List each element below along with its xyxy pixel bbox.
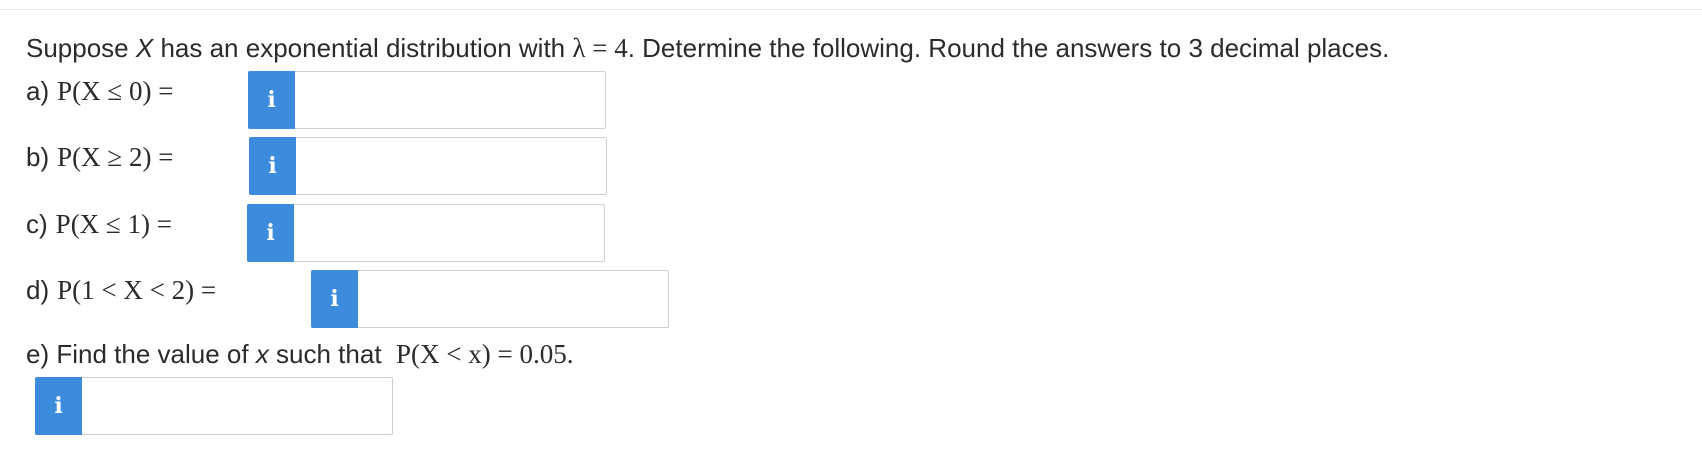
- info-icon[interactable]: i: [311, 270, 358, 328]
- part-d-row: d) P(1 < X < 2) =: [26, 261, 216, 319]
- question-text: Suppose X has an exponential distributio…: [26, 28, 1389, 68]
- part-e-answer-input[interactable]: [82, 378, 392, 434]
- question-suffix: . Determine the following. Round the ans…: [627, 33, 1390, 63]
- part-c-expression: P(X ≤ 1) =: [55, 208, 172, 239]
- question-variable: X: [135, 33, 154, 63]
- info-icon[interactable]: i: [35, 377, 82, 435]
- part-b-label: b): [26, 141, 50, 172]
- part-c-label: c): [26, 208, 48, 239]
- part-e-variable: x: [255, 339, 269, 369]
- part-e-label: e) Find the value of: [26, 339, 256, 369]
- part-d-expression: P(1 < X < 2) =: [57, 274, 217, 305]
- part-c-answer-input[interactable]: [294, 205, 604, 261]
- part-a-expression: P(X ≤ 0) =: [57, 75, 174, 106]
- part-d-label: d): [26, 274, 50, 305]
- part-c-answer-box: i: [247, 204, 605, 262]
- part-e-text: such that: [268, 339, 389, 369]
- part-c-row: c) P(X ≤ 1) =: [26, 195, 172, 253]
- info-icon[interactable]: i: [247, 204, 294, 262]
- part-b-expression: P(X ≥ 2) =: [57, 141, 174, 172]
- part-e-expression: P(X < x) = 0.05.: [396, 339, 574, 369]
- question-middle: has an exponential distribution with: [153, 33, 573, 63]
- question-prefix: Suppose: [26, 33, 136, 63]
- part-d-answer-input[interactable]: [358, 271, 668, 327]
- part-b-answer-box: i: [249, 137, 607, 195]
- part-a-answer-input[interactable]: [295, 72, 605, 128]
- part-a-label: a): [26, 75, 50, 106]
- part-e-answer-box: i: [35, 377, 393, 435]
- info-icon[interactable]: i: [249, 137, 296, 195]
- part-d-answer-box: i: [311, 270, 669, 328]
- part-b-answer-input[interactable]: [296, 138, 606, 194]
- part-b-row: b) P(X ≥ 2) =: [26, 128, 173, 186]
- info-icon[interactable]: i: [248, 71, 295, 129]
- top-divider: [0, 0, 1702, 10]
- part-a-row: a) P(X ≤ 0) =: [26, 62, 173, 120]
- part-e-prompt: e) Find the value of x such that P(X < x…: [26, 334, 573, 374]
- part-a-answer-box: i: [248, 71, 606, 129]
- lambda-expression: λ = 4: [572, 33, 628, 63]
